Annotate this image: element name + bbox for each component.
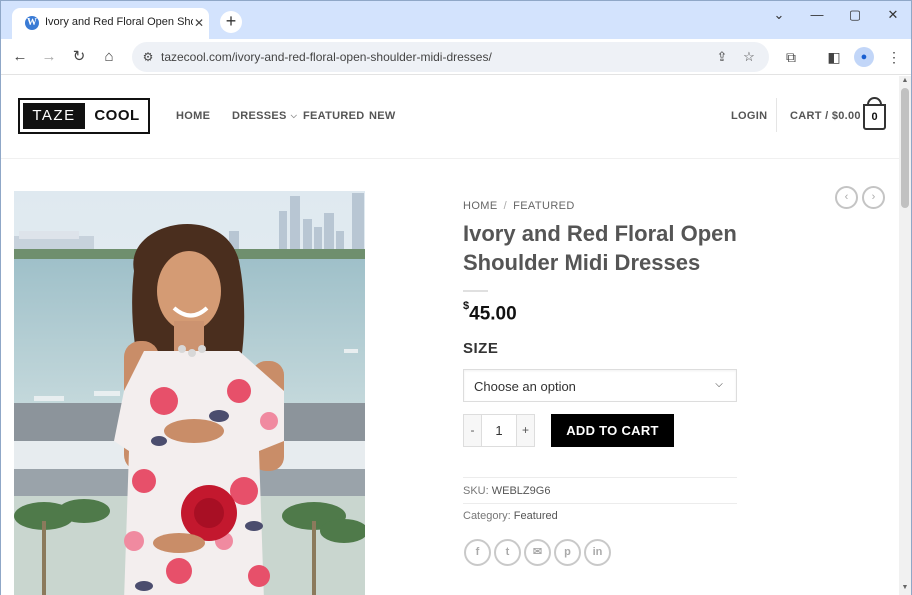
- reload-icon[interactable]: ↻: [69, 47, 89, 67]
- price-amount: 45.00: [469, 303, 517, 325]
- quantity-increase-button[interactable]: +: [516, 415, 534, 446]
- browser-toolbar: ← → ↻ ⌂ ⚙ tazecool.com/ivory-and-red-flo…: [1, 39, 911, 75]
- browser-window: W Ivory and Red Floral Open Shou ✕ + ⌄ —…: [0, 0, 912, 595]
- address-bar[interactable]: ⚙ tazecool.com/ivory-and-red-floral-open…: [132, 42, 769, 72]
- scroll-thumb[interactable]: [901, 88, 909, 208]
- url-text: tazecool.com/ivory-and-red-floral-open-s…: [161, 50, 492, 64]
- back-icon[interactable]: ←: [10, 47, 30, 67]
- product-image[interactable]: [14, 191, 365, 595]
- chevron-down-icon: ⌵: [715, 379, 723, 390]
- product-title: Ivory and Red Floral Open Shoulder Midi …: [463, 221, 737, 275]
- sku: SKU: WEBLZ9G6: [463, 485, 550, 497]
- site-logo[interactable]: TAZE COOL: [18, 98, 150, 134]
- breadcrumb-separator: /: [503, 200, 508, 212]
- product-photo-illustration: [14, 191, 365, 595]
- category: Category: Featured: [463, 510, 558, 522]
- size-select-value: Choose an option: [474, 379, 576, 394]
- cart-link[interactable]: CART / $0.00: [790, 110, 861, 122]
- facebook-icon[interactable]: f: [464, 539, 491, 566]
- sku-value: WEBLZ9G6: [491, 485, 551, 497]
- title-divider: [463, 290, 488, 292]
- quantity-decrease-button[interactable]: -: [464, 415, 482, 446]
- nav-home[interactable]: HOME: [176, 110, 210, 122]
- browser-tab[interactable]: W Ivory and Red Floral Open Shou ✕: [12, 8, 209, 39]
- size-select[interactable]: Choose an option ⌵: [463, 369, 737, 402]
- price-currency: $: [463, 300, 470, 312]
- scrollbar[interactable]: ▲ ▼: [899, 76, 911, 595]
- tab-strip: W Ivory and Red Floral Open Shou ✕ + ⌄ —…: [1, 1, 911, 39]
- size-label: SIZE: [463, 340, 499, 357]
- logo-right-text: COOL: [94, 107, 140, 124]
- scroll-down-icon[interactable]: ▼: [899, 583, 911, 593]
- quantity-input[interactable]: 1: [482, 415, 516, 446]
- quantity-stepper: - 1 +: [463, 414, 535, 447]
- forward-icon[interactable]: →: [39, 47, 59, 67]
- page-viewport: TAZE COOL HOME DRESSES ⌵ FEATURED NEW LOG…: [1, 76, 899, 595]
- product-price: $45.00: [463, 300, 517, 325]
- tab-title: Ivory and Red Floral Open Shou: [45, 16, 193, 28]
- breadcrumb: HOME / FEATURED: [463, 200, 575, 212]
- category-label: Category:: [463, 510, 511, 522]
- header-bottom-border: [1, 158, 899, 159]
- header-divider: [776, 98, 777, 132]
- sku-label: SKU:: [463, 485, 489, 497]
- minimize-icon[interactable]: —: [807, 7, 827, 23]
- breadcrumb-featured[interactable]: FEATURED: [513, 200, 575, 212]
- next-product-icon[interactable]: ›: [862, 186, 885, 209]
- cart-count-badge[interactable]: 0: [863, 104, 886, 130]
- menu-icon[interactable]: ⋮: [884, 47, 904, 67]
- nav-dresses-label: DRESSES: [232, 110, 287, 122]
- bookmark-star-icon[interactable]: ☆: [740, 48, 758, 66]
- logo-left-text: TAZE: [23, 103, 85, 129]
- site-info-icon[interactable]: ⚙: [140, 49, 156, 65]
- linkedin-icon[interactable]: in: [584, 539, 611, 566]
- side-panel-icon[interactable]: ◧: [824, 47, 844, 67]
- home-icon[interactable]: ⌂: [99, 47, 119, 67]
- close-tab-icon[interactable]: ✕: [190, 14, 208, 32]
- email-icon[interactable]: ✉: [524, 539, 551, 566]
- share-page-icon[interactable]: ⇪: [713, 48, 731, 66]
- profile-avatar[interactable]: ●: [854, 47, 874, 67]
- category-link[interactable]: Featured: [514, 510, 558, 522]
- twitter-icon[interactable]: t: [494, 539, 521, 566]
- prev-product-icon[interactable]: ‹: [835, 186, 858, 209]
- extensions-icon[interactable]: ⧉: [781, 47, 801, 67]
- chevron-down-icon: ⌵: [290, 111, 298, 120]
- pinterest-icon[interactable]: p: [554, 539, 581, 566]
- wordpress-favicon-icon: W: [25, 16, 39, 30]
- nav-dresses[interactable]: DRESSES ⌵: [232, 110, 297, 122]
- meta-divider: [463, 503, 737, 504]
- meta-divider: [463, 477, 737, 478]
- breadcrumb-home[interactable]: HOME: [463, 200, 498, 212]
- close-window-icon[interactable]: ✕: [883, 7, 903, 23]
- add-to-cart-button[interactable]: ADD TO CART: [551, 414, 674, 447]
- maximize-icon[interactable]: ▢: [845, 7, 865, 23]
- nav-new[interactable]: NEW: [369, 110, 396, 122]
- nav-featured[interactable]: FEATURED: [303, 110, 364, 122]
- scroll-up-icon[interactable]: ▲: [899, 76, 911, 86]
- new-tab-button[interactable]: +: [220, 11, 242, 33]
- tab-search-icon[interactable]: ⌄: [769, 7, 789, 23]
- login-link[interactable]: LOGIN: [731, 110, 767, 122]
